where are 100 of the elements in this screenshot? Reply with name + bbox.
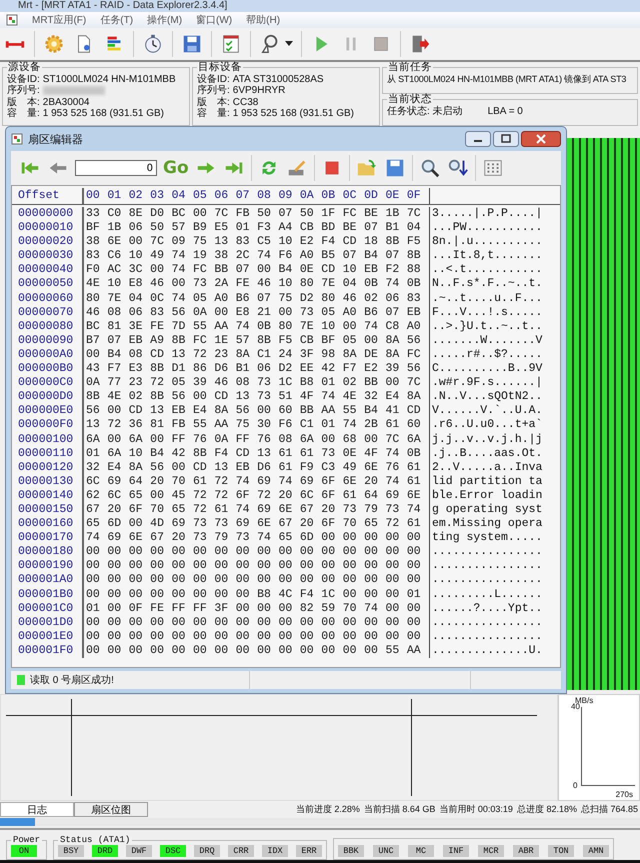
hex-byte: 00 [278, 573, 294, 588]
hex-byte: 00 [278, 545, 294, 560]
status-lamp: UNC [373, 845, 400, 857]
hex-byte: 69 [236, 517, 251, 532]
column-header: 0A [300, 188, 315, 204]
hex-byte: 00 [278, 644, 294, 658]
hex-byte: AA [214, 418, 230, 432]
field-label: 序列号: [197, 85, 230, 96]
gear-icon[interactable] [43, 33, 65, 55]
hex-byte: 69 [107, 474, 122, 489]
hex-byte: 74 [257, 531, 272, 546]
hex-byte: 70 [172, 474, 186, 489]
hex-byte: 00 [86, 630, 101, 644]
status-lamp: BSY [58, 845, 84, 857]
hex-byte: 00 [385, 616, 400, 630]
maximize-button[interactable] [493, 131, 519, 147]
hex-byte: 61 [342, 488, 358, 503]
hex-byte: 10 [128, 249, 144, 264]
grid-icon[interactable] [482, 157, 504, 179]
hex-byte: 06 [385, 292, 400, 306]
hex-byte: 86 [192, 362, 208, 376]
hex-byte: 74 [385, 277, 400, 292]
hex-byte: 82 [300, 602, 315, 616]
hex-byte: 1B [107, 221, 122, 236]
tab[interactable]: 扇区位图 [74, 802, 148, 816]
menu-item[interactable]: 任务(T) [100, 13, 134, 27]
hex-byte: B1 [236, 362, 251, 376]
hex-byte: 00 [321, 432, 336, 447]
menu-item[interactable]: 操作(M) [147, 13, 182, 27]
hex-byte: 73 [321, 446, 336, 461]
hex-byte: 6A [107, 446, 122, 461]
minimize-button[interactable] [465, 131, 491, 147]
hex-byte: 00 [107, 602, 122, 616]
hex-byte: 00 [385, 531, 400, 546]
hex-byte: FC [192, 263, 208, 278]
menu-item[interactable]: 窗口(W) [196, 13, 232, 27]
hex-byte: 06 [128, 221, 144, 236]
menu-item[interactable]: 帮助(H) [246, 13, 280, 27]
hex-byte: 00 [172, 545, 186, 560]
offset-cell-text: 000000E0 [17, 404, 74, 418]
sector-field[interactable]: 0 [75, 160, 157, 176]
hex-byte: 6C [107, 488, 122, 503]
hex-byte: C5 [257, 235, 272, 250]
hex-byte: FF [236, 432, 251, 447]
hex-byte: 32 [86, 460, 101, 475]
hex-byte: F5 [278, 334, 294, 348]
offset-cell-text: 00000000 [17, 207, 74, 222]
hex-byte: 00 [128, 235, 144, 250]
hex-byte: 00 [278, 306, 294, 320]
hex-byte: F3 [257, 221, 272, 236]
hex-byte: F9 [300, 460, 315, 475]
ascii-text: ................ [432, 573, 542, 586]
menu-item[interactable]: MRT应用(F) [32, 13, 86, 27]
hex-byte: 80 [300, 277, 315, 292]
hex-byte: 76 [192, 432, 208, 447]
hex-byte: 43 [86, 362, 101, 376]
save-icon[interactable] [181, 33, 203, 55]
hex-byte: 7E [300, 320, 315, 334]
hex-byte: A9 [150, 334, 165, 348]
panel-title: 当前任务 [387, 62, 433, 74]
hex-byte: 00 [107, 404, 122, 418]
hex-byte: 00 [385, 376, 400, 390]
hex-byte: BD [321, 221, 336, 236]
hex-byte: 00 [236, 644, 251, 658]
status-lamp: DWF [126, 845, 152, 857]
hex-byte: 05 [342, 334, 358, 348]
status-lamp: DRD [92, 845, 118, 857]
ascii-text: ...It.8,t....... [432, 249, 542, 262]
hex-byte: CD [236, 446, 251, 461]
ascii-text: .~..t....u..F... [432, 292, 542, 305]
hex-byte: 6E [406, 488, 422, 503]
offset-cell-text: 00000110 [17, 446, 74, 461]
caret-icon[interactable] [285, 41, 293, 47]
hex-byte: 1E [214, 334, 230, 348]
hex-byte: 3F [300, 348, 315, 362]
hex-byte: 07 [364, 221, 379, 236]
hex-byte: 3E [128, 320, 144, 334]
hex-byte: 00 [86, 588, 101, 602]
hex-byte: FF [192, 602, 208, 616]
status-lamp: MCR [478, 845, 504, 857]
hex-byte: F7 [342, 362, 358, 376]
tab[interactable]: 日志 [0, 802, 74, 816]
hex-byte: 00 [192, 630, 208, 644]
hex-byte: 01 [406, 588, 422, 602]
offset-cell-text: 00000140 [17, 488, 74, 503]
close-button[interactable] [521, 131, 561, 147]
checklist-icon[interactable] [220, 33, 242, 55]
hex-byte: 6E [257, 517, 272, 532]
hex-byte: 7E [107, 292, 122, 306]
hex-byte: CD [342, 235, 358, 250]
hex-byte: 08 [107, 306, 122, 320]
hex-byte: 57 [236, 334, 251, 348]
hex-byte: 00 [214, 306, 230, 320]
hex-byte: 00 [342, 644, 358, 658]
offset-cell-text: 000001F0 [17, 644, 74, 658]
stopwatch-icon[interactable] [142, 33, 164, 55]
hex-byte: 73 [257, 390, 272, 404]
hex-byte: 46 [257, 277, 272, 292]
hex-byte: 6F [321, 488, 336, 503]
hex-byte: E2 [300, 235, 315, 250]
